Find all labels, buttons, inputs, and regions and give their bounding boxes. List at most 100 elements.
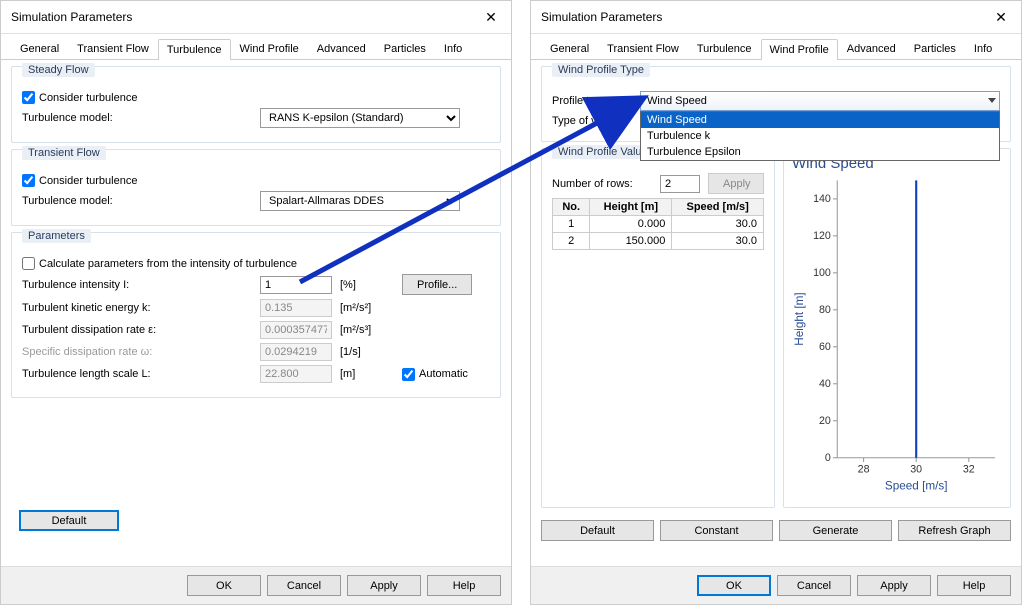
constant-button[interactable]: Constant (660, 520, 773, 541)
svg-text:28: 28 (858, 464, 870, 476)
tab-transient-flow[interactable]: Transient Flow (68, 38, 158, 59)
tab-transient-flow[interactable]: Transient Flow (598, 38, 688, 59)
param-unit: [1/s] (340, 346, 394, 358)
group-parameters: Parameters Calculate parameters from the… (11, 232, 501, 398)
svg-text:120: 120 (813, 230, 831, 242)
profile-table: No.Height [m]Speed [m/s] 10.00030.02150.… (552, 198, 764, 250)
param-label: Turbulence intensity I: (22, 279, 252, 291)
dropdown-option[interactable]: Wind Speed (641, 112, 999, 128)
dialog-left: Simulation Parameters ✕ GeneralTransient… (0, 0, 512, 605)
param-label: Specific dissipation rate ω: (22, 346, 252, 358)
tab-turbulence[interactable]: Turbulence (688, 38, 761, 59)
transient-model-select[interactable]: Spalart-Allmaras DDES (260, 191, 460, 211)
group-title: Transient Flow (22, 146, 106, 160)
group-title: Wind Profile Type (552, 63, 650, 77)
group-profile-values: Wind Profile Values Number of rows: Appl… (541, 148, 775, 508)
help-button[interactable]: Help (937, 575, 1011, 596)
svg-text:80: 80 (819, 304, 831, 316)
param-input (260, 365, 332, 383)
num-rows-label: Number of rows: (552, 178, 652, 190)
titlebar: Simulation Parameters ✕ (1, 1, 511, 34)
default-button[interactable]: Default (19, 510, 119, 531)
col-header: Height [m] (590, 199, 672, 216)
group-steady-flow: Steady Flow Consider turbulence Turbulen… (11, 66, 501, 143)
svg-text:Speed [m/s]: Speed [m/s] (885, 480, 948, 493)
dialog-title: Simulation Parameters (541, 10, 662, 24)
tab-general[interactable]: General (541, 38, 598, 59)
dropdown-option[interactable]: Turbulence k (641, 128, 999, 144)
model-label: Turbulence model: (22, 195, 252, 207)
tab-particles[interactable]: Particles (375, 38, 435, 59)
tab-turbulence[interactable]: Turbulence (158, 39, 231, 60)
param-input[interactable] (260, 276, 332, 294)
param-input (260, 343, 332, 361)
cancel-button[interactable]: Cancel (267, 575, 341, 596)
tabstrip-right: GeneralTransient FlowTurbulenceWind Prof… (531, 34, 1021, 60)
body-right: Wind Profile Type Profile type: Wind Spe… (531, 60, 1021, 585)
titlebar: Simulation Parameters ✕ (531, 1, 1021, 34)
param-label: Turbulent dissipation rate ε: (22, 324, 252, 336)
tab-info[interactable]: Info (965, 38, 1001, 59)
tab-general[interactable]: General (11, 38, 68, 59)
svg-text:40: 40 (819, 378, 831, 390)
steady-model-select[interactable]: RANS K-epsilon (Standard) (260, 108, 460, 128)
body-left: Steady Flow Consider turbulence Turbulen… (1, 60, 511, 585)
group-title: Steady Flow (22, 63, 95, 77)
svg-text:0: 0 (825, 452, 831, 464)
profile-type-label: Profile type: (552, 95, 632, 107)
consider-turbulence-checkbox[interactable]: Consider turbulence (22, 91, 137, 104)
consider-turbulence-checkbox[interactable]: Consider turbulence (22, 174, 137, 187)
tab-info[interactable]: Info (435, 38, 471, 59)
automatic-checkbox[interactable]: Automatic (402, 368, 468, 381)
ok-button[interactable]: OK (697, 575, 771, 596)
tab-advanced[interactable]: Advanced (838, 38, 905, 59)
close-icon[interactable]: ✕ (991, 7, 1011, 27)
table-row[interactable]: 10.00030.0 (553, 216, 764, 233)
param-unit: [m²/s²] (340, 302, 394, 314)
param-input (260, 299, 332, 317)
footer: OK Cancel Apply Help (531, 566, 1021, 604)
col-header: No. (553, 199, 590, 216)
profile-button-row: Default Constant Generate Refresh Graph (541, 520, 1011, 541)
param-unit: [m²/s³] (340, 324, 394, 336)
tab-particles[interactable]: Particles (905, 38, 965, 59)
svg-text:32: 32 (963, 464, 975, 476)
table-row[interactable]: 2150.00030.0 (553, 233, 764, 250)
tabstrip-left: GeneralTransient FlowTurbulenceWind Prof… (1, 34, 511, 60)
svg-text:100: 100 (813, 267, 831, 279)
calc-from-intensity-checkbox[interactable]: Calculate parameters from the intensity … (22, 257, 297, 270)
apply-button[interactable]: Apply (857, 575, 931, 596)
svg-text:Height [m]: Height [m] (793, 292, 806, 345)
help-button[interactable]: Help (427, 575, 501, 596)
footer: OK Cancel Apply Help (1, 566, 511, 604)
svg-text:20: 20 (819, 415, 831, 427)
default-button[interactable]: Default (541, 520, 654, 541)
tab-advanced[interactable]: Advanced (308, 38, 375, 59)
svg-text:60: 60 (819, 341, 831, 353)
tab-wind-profile[interactable]: Wind Profile (761, 39, 838, 60)
apply-button[interactable]: Apply (347, 575, 421, 596)
close-icon[interactable]: ✕ (481, 7, 501, 27)
model-label: Turbulence model: (22, 112, 252, 124)
tab-wind-profile[interactable]: Wind Profile (231, 38, 308, 59)
apply-rows-button[interactable]: Apply (708, 173, 764, 194)
ok-button[interactable]: OK (187, 575, 261, 596)
dropdown-option[interactable]: Turbulence Epsilon (641, 144, 999, 160)
param-unit: [%] (340, 279, 394, 291)
refresh-graph-button[interactable]: Refresh Graph (898, 520, 1011, 541)
param-unit: [m] (340, 368, 394, 380)
group-profile-type: Wind Profile Type Profile type: Wind Spe… (541, 66, 1011, 142)
dialog-right: Simulation Parameters ✕ GeneralTransient… (530, 0, 1022, 605)
chart-panel: Wind Speed 020406080100120140283032Speed… (783, 148, 1011, 508)
param-input (260, 321, 332, 339)
generate-button[interactable]: Generate (779, 520, 892, 541)
profile-button[interactable]: Profile... (402, 274, 472, 295)
num-rows-input[interactable] (660, 175, 700, 193)
chevron-down-icon (988, 98, 996, 103)
group-transient-flow: Transient Flow Consider turbulence Turbu… (11, 149, 501, 226)
svg-text:30: 30 (910, 464, 922, 476)
profile-type-dropdown[interactable]: Wind Speed Wind SpeedTurbulence kTurbule… (640, 91, 1000, 111)
cancel-button[interactable]: Cancel (777, 575, 851, 596)
values-type-label: Type of values: (552, 115, 632, 127)
col-header: Speed [m/s] (672, 199, 764, 216)
